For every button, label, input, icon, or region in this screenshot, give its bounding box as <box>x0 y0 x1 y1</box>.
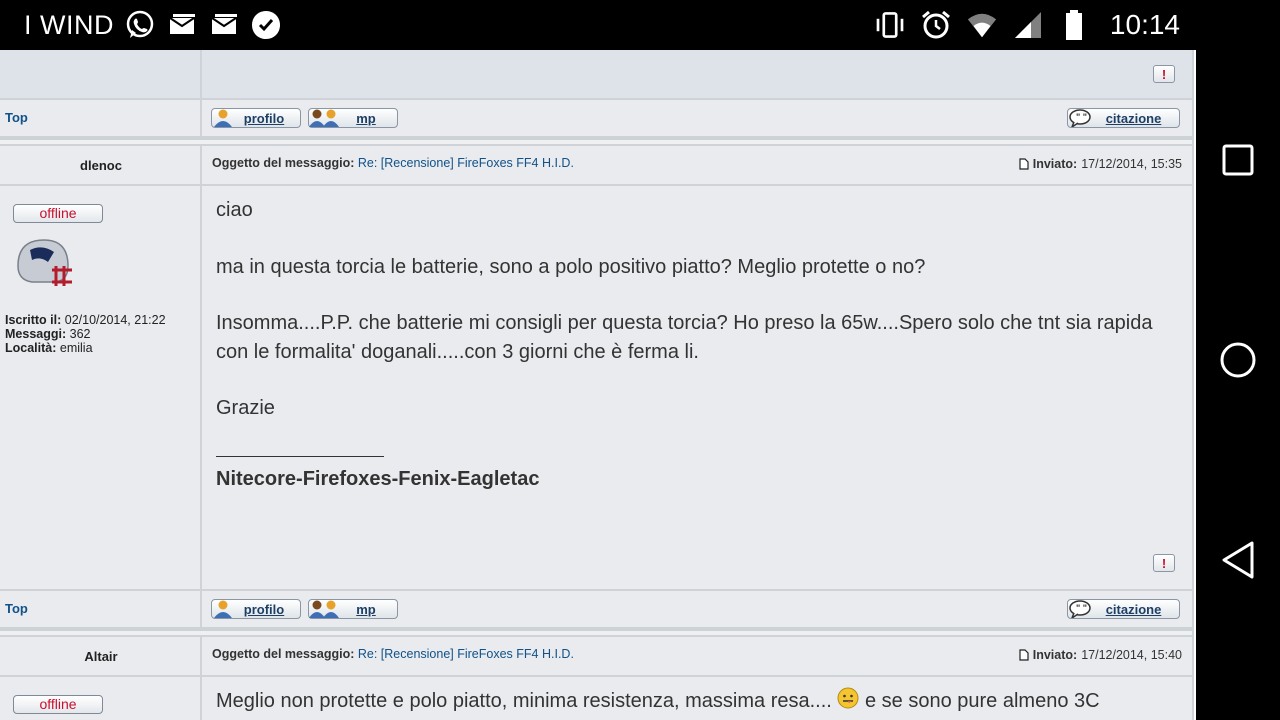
user-icon <box>214 600 232 618</box>
back-button[interactable] <box>1196 530 1280 590</box>
post-subject-link[interactable]: Re: [Recensione] FireFoxes FF4 H.I.D. <box>358 647 574 661</box>
carrier-name: I WIND <box>24 9 114 40</box>
previous-post-tail: ! <box>0 50 1192 98</box>
post-subject-link[interactable]: Re: [Recensione] FireFoxes FF4 H.I.D. <box>358 156 574 170</box>
profile-button[interactable]: profilo <box>211 108 301 128</box>
square-icon <box>1222 144 1254 176</box>
post-paragraph: ciao <box>216 199 253 221</box>
post-body-row: offline Iscritto il: 02/10/2014, 21:22 M… <box>0 186 1192 589</box>
profile-button[interactable]: profilo <box>211 599 301 619</box>
whatsapp-icon <box>124 9 156 41</box>
offline-badge: offline <box>13 695 103 714</box>
signature-divider <box>216 455 384 457</box>
quote-button[interactable]: " " citazione <box>1067 599 1180 619</box>
offline-badge: offline <box>13 204 103 223</box>
mail-icon <box>166 9 198 41</box>
post-author[interactable]: Altair <box>0 649 202 664</box>
post-date: Inviato: 17/12/2014, 15:35 <box>1019 157 1182 171</box>
post-content: Meglio non protette e polo piatto, minim… <box>216 687 1100 716</box>
top-link[interactable]: Top <box>5 110 28 125</box>
battery-icon <box>1058 9 1090 41</box>
report-post-button[interactable]: ! <box>1153 65 1175 83</box>
post-header: dlenoc Oggetto del messaggio: Re: [Recen… <box>0 146 1192 184</box>
post-footer: Top profilo mp " " citazione <box>0 100 1192 136</box>
user-icon <box>214 109 232 127</box>
author-info: Iscritto il: 02/10/2014, 21:22 Messaggi:… <box>5 313 166 355</box>
navigation-bar <box>1196 50 1280 720</box>
forum-thread: ! Top profilo mp " " citazione dlenoc Og… <box>0 50 1194 720</box>
report-icon: ! <box>1161 555 1167 571</box>
post-paragraph: Grazie <box>216 397 275 419</box>
signature: Nitecore-Firefoxes-Fenix-Eagletac <box>216 468 540 490</box>
post-paragraph: ma in questa torcia le batterie, sono a … <box>216 256 926 278</box>
post-footer: Top profilo mp " " citazione <box>0 591 1192 627</box>
clock: 10:14 <box>1109 9 1180 40</box>
report-post-button[interactable]: ! <box>1153 554 1175 572</box>
svg-text:" ": " " <box>1076 603 1087 613</box>
post-date: Inviato: 17/12/2014, 15:40 <box>1019 648 1182 662</box>
svg-text:" ": " " <box>1076 112 1087 122</box>
status-bar: I WIND 10:14 <box>0 0 1280 50</box>
recent-apps-button[interactable] <box>1196 130 1280 190</box>
post-header: Altair Oggetto del messaggio: Re: [Recen… <box>0 637 1192 675</box>
wifi-icon <box>966 9 998 41</box>
browser-page: ! Top profilo mp " " citazione dlenoc Og… <box>0 50 1196 720</box>
mail-icon <box>208 9 240 41</box>
alarm-icon <box>920 9 952 41</box>
smiley-icon <box>837 687 859 709</box>
post-subject: Oggetto del messaggio: Re: [Recensione] … <box>212 647 574 661</box>
post-content: ciao ma in questa torcia le batterie, so… <box>216 196 1184 494</box>
task-check-icon <box>250 9 282 41</box>
post-icon <box>1019 158 1029 170</box>
top-link[interactable]: Top <box>5 601 28 616</box>
circle-icon <box>1220 342 1256 378</box>
quote-icon: " " <box>1069 109 1091 127</box>
quote-button[interactable]: " " citazione <box>1067 108 1180 128</box>
avatar <box>12 236 78 292</box>
pm-button[interactable]: mp <box>308 108 398 128</box>
users-icon <box>309 109 339 127</box>
home-button[interactable] <box>1196 330 1280 390</box>
post-body-row: offline Meglio non protette e polo piatt… <box>0 677 1192 720</box>
signal-icon <box>1012 9 1044 41</box>
back-triangle-icon <box>1222 541 1254 579</box>
post-subject: Oggetto del messaggio: Re: [Recensione] … <box>212 156 574 170</box>
report-icon: ! <box>1161 66 1167 82</box>
quote-icon: " " <box>1069 600 1091 618</box>
users-icon <box>309 600 339 618</box>
post-icon <box>1019 649 1029 661</box>
post-paragraph: Insomma....P.P. che batterie mi consigli… <box>216 312 1153 363</box>
post-author[interactable]: dlenoc <box>0 158 202 173</box>
pm-button[interactable]: mp <box>308 599 398 619</box>
vibrate-icon <box>874 9 906 41</box>
